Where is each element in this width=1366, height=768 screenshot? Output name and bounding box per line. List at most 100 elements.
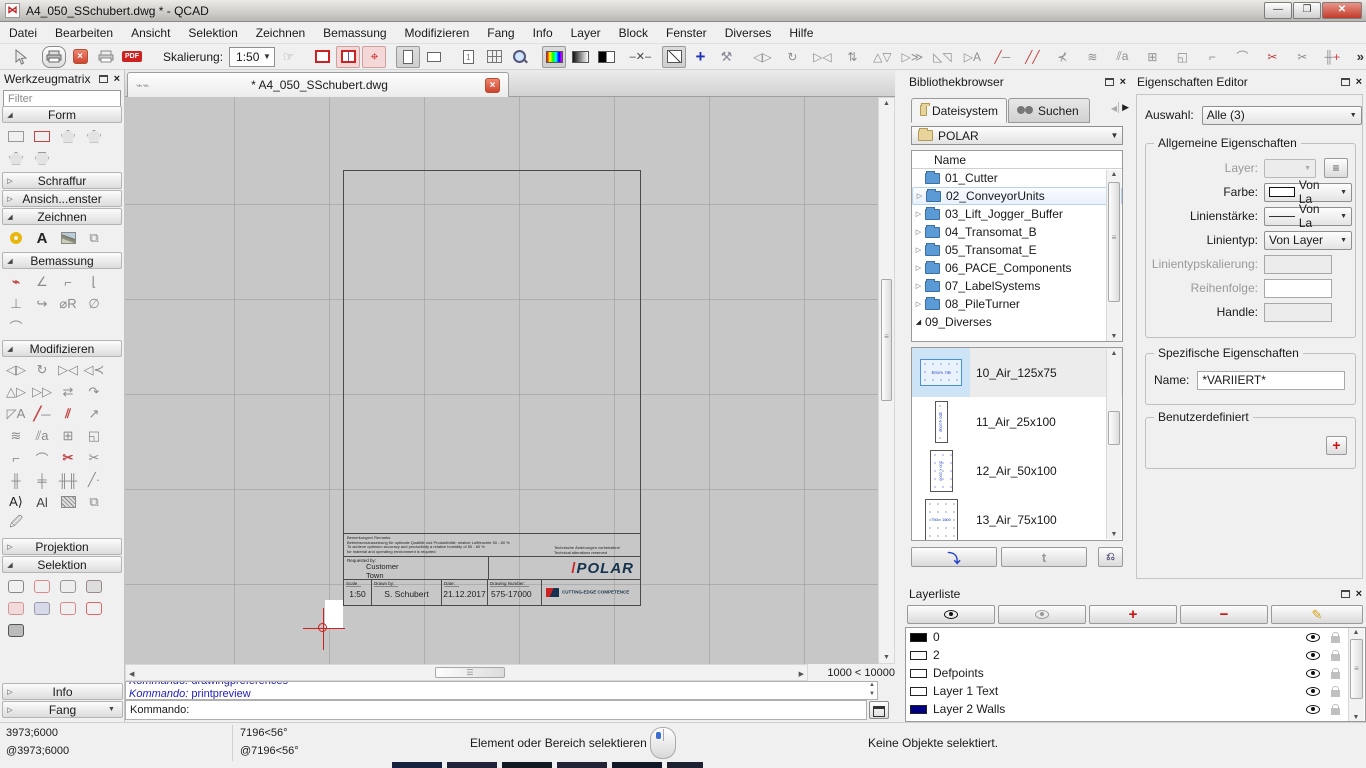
layer-visible-icon[interactable] <box>1306 687 1320 696</box>
select-window-icon[interactable] <box>29 597 55 619</box>
modify-flip-horizontal-icon[interactable]: ▷◁ <box>808 46 836 68</box>
layer-row[interactable]: Defpoints <box>906 664 1365 682</box>
mod-hatch-edit-icon[interactable] <box>55 491 81 513</box>
close-print-preview-button[interactable]: × <box>68 46 92 68</box>
minimize-button[interactable]: — <box>1264 2 1292 19</box>
hide-all-layers-button[interactable] <box>998 605 1086 624</box>
edit-layer-button[interactable]: ✎ <box>1271 605 1363 624</box>
mod-trim-both-icon[interactable]: ⫽ <box>55 403 81 425</box>
single-page-icon[interactable]: 1 <box>456 46 480 68</box>
dim-rotated-icon[interactable]: ∠ <box>29 271 55 293</box>
menu-zeichnen[interactable]: Zeichnen <box>247 23 314 43</box>
modify-cut-icon[interactable]: ✂ <box>1258 46 1286 68</box>
tab-dateisystem[interactable]: Dateisystem <box>911 98 1007 123</box>
layer-visible-icon[interactable] <box>1306 633 1320 642</box>
pan-hand-icon[interactable]: ☞ <box>276 46 300 68</box>
modify-rotate-icon[interactable]: ↻ <box>778 46 806 68</box>
section-info[interactable]: ▷Info <box>2 683 123 700</box>
mod-divide-icon[interactable]: ⫽a <box>29 425 55 447</box>
paper-origin-icon[interactable]: ⌖ <box>362 46 386 68</box>
tab-suchen[interactable]: Suchen <box>1008 98 1090 123</box>
deselect-all-icon[interactable] <box>29 575 55 597</box>
modify-flip-vertical-icon[interactable]: ⇅ <box>838 46 866 68</box>
library-insert-button[interactable]: ⤵ <box>911 547 997 567</box>
menu-info[interactable]: Info <box>524 23 562 43</box>
mod-stretch-icon[interactable]: ≋ <box>3 425 29 447</box>
dim-ordinate-icon[interactable]: ⊥ <box>3 293 29 315</box>
tree-scrollbar[interactable]: ▲ ≡ ▼ <box>1106 170 1121 341</box>
tab-scroll-left-icon[interactable]: ◀ <box>1111 104 1117 113</box>
mod-flip-v-icon[interactable]: ▷▷ <box>29 381 55 403</box>
mod-break-line-icon[interactable]: ╫ <box>3 469 29 491</box>
modify-reference-icon[interactable]: ▷A <box>958 46 986 68</box>
menu-modifizieren[interactable]: Modifizieren <box>396 23 479 43</box>
mod-spray-icon[interactable]: 🖉 <box>3 513 29 535</box>
print-preview-button[interactable] <box>42 46 66 68</box>
mod-mirror-icon[interactable]: ◁▷ <box>3 359 29 381</box>
mod-text-edit-icon[interactable]: Al <box>29 491 55 513</box>
folder-row[interactable]: ▷08_PileTurner <box>912 295 1122 313</box>
library-up-button[interactable]: t <box>1001 547 1087 567</box>
tab-scroll-right-icon[interactable]: ▶ <box>1118 102 1129 113</box>
dim-aligned-icon[interactable]: ⌁ <box>3 271 29 293</box>
modify-trim-icon[interactable]: ╱─ <box>988 46 1016 68</box>
rectangle-tool-icon[interactable] <box>3 125 29 147</box>
grayscale-icon[interactable] <box>568 46 592 68</box>
library-item[interactable]: 500 x 1000 12_Air_50x100 <box>912 446 1122 495</box>
select-entity-icon[interactable] <box>55 575 81 597</box>
canvas-horizontal-scrollbar[interactable]: ◀ ☰ ▶ <box>125 664 808 681</box>
layer-row[interactable]: Layer 2 Walls <box>906 700 1365 718</box>
toolbar-overflow-chevron[interactable]: » <box>1348 46 1366 68</box>
layer-scrollbar[interactable]: ▲ ≡ ▼ <box>1348 628 1364 722</box>
modify-break-gap-icon[interactable]: ◱ <box>1168 46 1196 68</box>
mod-trim-icon[interactable]: ╱─ <box>29 403 55 425</box>
polygon-center-tool-icon[interactable] <box>55 125 81 147</box>
full-color-icon[interactable] <box>542 46 566 68</box>
mod-move-rotate-icon[interactable]: ↷ <box>81 381 107 403</box>
selection-combobox[interactable]: Alle (3)▼ <box>1202 106 1362 125</box>
layer-row[interactable]: Layer 1 Text <box>906 682 1365 700</box>
mod-move-icon[interactable]: ▷◁ <box>55 359 81 381</box>
section-form[interactable]: ◢Form <box>2 106 122 123</box>
scale-combobox[interactable]: 1:50▼ <box>229 47 275 67</box>
items-scrollbar[interactable]: ▲ ▼ <box>1106 349 1121 539</box>
layer-lock-icon[interactable] <box>1331 708 1340 715</box>
select-all-icon[interactable] <box>3 575 29 597</box>
deselect-entity-icon[interactable] <box>81 575 107 597</box>
section-zeichnen[interactable]: ◢Zeichnen <box>2 208 122 225</box>
modify-move-rotate-icon[interactable]: ▷≫ <box>898 46 926 68</box>
mod-fillet-icon[interactable]: ⌐ <box>3 447 29 469</box>
folder-row[interactable]: ▷03_Lift_Jogger_Buffer <box>912 205 1122 223</box>
layer-lock-icon[interactable] <box>1331 690 1340 697</box>
menu-fang[interactable]: Fang <box>478 23 523 43</box>
folder-row[interactable]: ▷07_LabelSystems <box>912 277 1122 295</box>
close-panel-icon[interactable]: × <box>114 73 120 85</box>
mod-rotate2-icon[interactable]: ⇄ <box>55 381 81 403</box>
invert-selection-icon[interactable] <box>3 619 29 641</box>
command-panel-toggle-button[interactable] <box>869 701 889 719</box>
layer-row[interactable]: 2 <box>906 646 1365 664</box>
text-tool-icon[interactable]: A <box>29 227 55 249</box>
remove-layer-button[interactable]: − <box>1180 605 1268 624</box>
command-history-scroll[interactable]: ▲▼ <box>866 681 878 700</box>
modify-align-icon[interactable]: ◺◹ <box>928 46 956 68</box>
dim-angular-icon[interactable]: ⌒ <box>3 315 29 337</box>
property-float-icon[interactable] <box>1341 78 1350 86</box>
library-float-icon[interactable] <box>1105 78 1114 86</box>
mod-round-icon[interactable]: ⌒ <box>29 447 55 469</box>
library-reload-button[interactable]: ⎌ <box>1098 547 1123 567</box>
print-settings-wrench-icon[interactable]: ⚒ <box>714 46 738 68</box>
mod-explode-text-icon[interactable]: A⟩ <box>3 491 29 513</box>
draw-order-input[interactable] <box>1264 279 1332 298</box>
add-layer-button[interactable]: + <box>1089 605 1177 624</box>
section-selektion[interactable]: ◢Selektion <box>2 556 122 573</box>
mod-break-icon[interactable]: ◱ <box>81 425 107 447</box>
library-item[interactable]: 250 x 1000 11_Air_25x100 <box>912 397 1122 446</box>
section-fang[interactable]: ▷Fang▼ <box>2 701 123 718</box>
mod-lengthen-icon[interactable]: ↗ <box>81 403 107 425</box>
close-button[interactable]: ✕ <box>1322 2 1362 19</box>
mod-clip-rect-icon[interactable]: ⊞ <box>55 425 81 447</box>
color-combobox[interactable]: Von La▼ <box>1264 183 1352 202</box>
modify-stretch-icon[interactable]: ≋ <box>1078 46 1106 68</box>
mod-break-both-icon[interactable]: ╫╫ <box>55 469 81 491</box>
